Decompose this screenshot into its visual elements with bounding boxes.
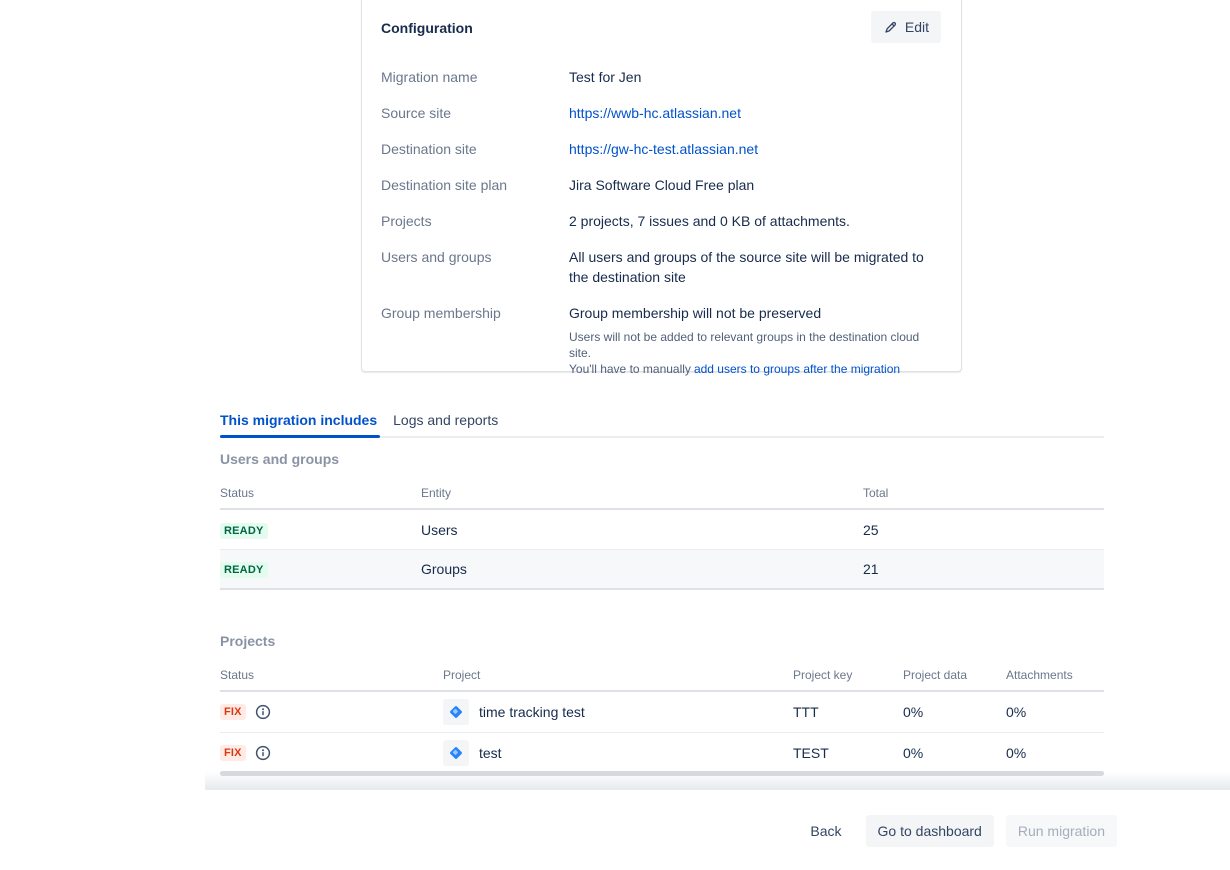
field-label: Users and groups <box>381 247 569 287</box>
configuration-title: Configuration <box>381 20 941 36</box>
projects-table-header: Status Project Project key Project data … <box>220 666 1104 692</box>
status-cell: FIX <box>220 745 271 761</box>
table-row: FIX time tracking test TTT 0% <box>220 692 1104 733</box>
entity-cell: Groups <box>421 561 467 577</box>
project-data-cell: 0% <box>903 704 923 720</box>
jira-project-icon <box>443 699 469 725</box>
field-label: Migration name <box>381 67 569 87</box>
users-groups-table-header: Status Entity Total <box>220 484 1104 510</box>
add-users-to-groups-link[interactable]: add users to groups after the migration <box>694 362 900 376</box>
configuration-card: Configuration Edit Migration name Test f… <box>361 0 962 372</box>
edit-button[interactable]: Edit <box>871 11 941 43</box>
field-destination-plan: Destination site plan Jira Software Clou… <box>381 175 941 195</box>
run-migration-button: Run migration <box>1006 815 1117 847</box>
horizontal-scrollbar[interactable] <box>220 771 1104 776</box>
column-header-project-key: Project key <box>793 668 852 682</box>
field-label: Group membership <box>381 303 569 377</box>
field-value: Group membership will not be preserved <box>569 303 941 323</box>
attachments-cell: 0% <box>1006 704 1026 720</box>
project-key-cell: TTT <box>793 704 819 720</box>
info-icon[interactable] <box>255 704 271 720</box>
project-cell: time tracking test <box>443 699 585 725</box>
projects-table: Status Project Project key Project data … <box>220 666 1104 774</box>
field-value: 2 projects, 7 issues and 0 KB of attachm… <box>569 211 850 231</box>
pencil-icon <box>883 20 898 35</box>
destination-site-link[interactable]: https://gw-hc-test.atlassian.net <box>569 139 758 159</box>
status-badge: FIX <box>220 745 246 761</box>
tab-logs-and-reports[interactable]: Logs and reports <box>393 411 498 436</box>
field-value: Test for Jen <box>569 67 641 87</box>
field-label: Source site <box>381 103 569 123</box>
column-header-project-data: Project data <box>903 668 967 682</box>
field-value: All users and groups of the source site … <box>569 247 941 287</box>
field-source-site: Source site https://wwb-hc.atlassian.net <box>381 103 941 123</box>
back-button[interactable]: Back <box>798 815 853 847</box>
field-migration-name: Migration name Test for Jen <box>381 67 941 87</box>
project-key-cell: TEST <box>793 745 829 761</box>
status-badge: FIX <box>220 704 246 720</box>
go-to-dashboard-button[interactable]: Go to dashboard <box>866 815 994 847</box>
status-cell: FIX <box>220 704 271 720</box>
migration-tabs: This migration includes Logs and reports <box>220 411 1104 438</box>
column-header-project: Project <box>443 668 480 682</box>
tab-this-migration-includes[interactable]: This migration includes <box>220 411 377 436</box>
attachments-cell: 0% <box>1006 745 1026 761</box>
field-label: Projects <box>381 211 569 231</box>
field-projects: Projects 2 projects, 7 issues and 0 KB o… <box>381 211 941 231</box>
group-membership-note: Users will not be added to relevant grou… <box>569 329 941 377</box>
note-line2-prefix: You'll have to manually <box>569 362 691 376</box>
edit-button-label: Edit <box>905 19 929 35</box>
column-header-attachments: Attachments <box>1006 668 1073 682</box>
total-cell: 25 <box>863 522 879 538</box>
field-label: Destination site plan <box>381 175 569 195</box>
field-destination-site: Destination site https://gw-hc-test.atla… <box>381 139 941 159</box>
project-name: test <box>479 745 502 761</box>
column-header-entity: Entity <box>421 486 451 500</box>
field-users-and-groups: Users and groups All users and groups of… <box>381 247 941 287</box>
projects-heading: Projects <box>220 633 275 649</box>
column-header-status: Status <box>220 486 254 500</box>
info-icon[interactable] <box>255 745 271 761</box>
column-header-total: Total <box>863 486 888 500</box>
field-label: Destination site <box>381 139 569 159</box>
jira-project-icon <box>443 740 469 766</box>
table-row: FIX test TEST 0% 0% <box>220 733 1104 774</box>
users-groups-heading: Users and groups <box>220 451 339 467</box>
table-row: READY Users 25 <box>220 510 1104 550</box>
table-row: READY Groups 21 <box>220 550 1104 590</box>
project-cell: test <box>443 740 502 766</box>
footer-actions: Back Go to dashboard Run migration <box>798 815 1117 847</box>
source-site-link[interactable]: https://wwb-hc.atlassian.net <box>569 103 741 123</box>
status-badge: READY <box>220 521 268 539</box>
field-value: Jira Software Cloud Free plan <box>569 175 754 195</box>
column-header-status: Status <box>220 668 254 682</box>
entity-cell: Users <box>421 522 458 538</box>
users-groups-table: Status Entity Total READY Users 25 READY… <box>220 484 1104 590</box>
status-badge: READY <box>220 560 268 578</box>
field-group-membership: Group membership Group membership will n… <box>381 303 941 377</box>
total-cell: 21 <box>863 561 879 577</box>
note-line1: Users will not be added to relevant grou… <box>569 330 919 360</box>
project-data-cell: 0% <box>903 745 923 761</box>
project-name: time tracking test <box>479 704 585 720</box>
